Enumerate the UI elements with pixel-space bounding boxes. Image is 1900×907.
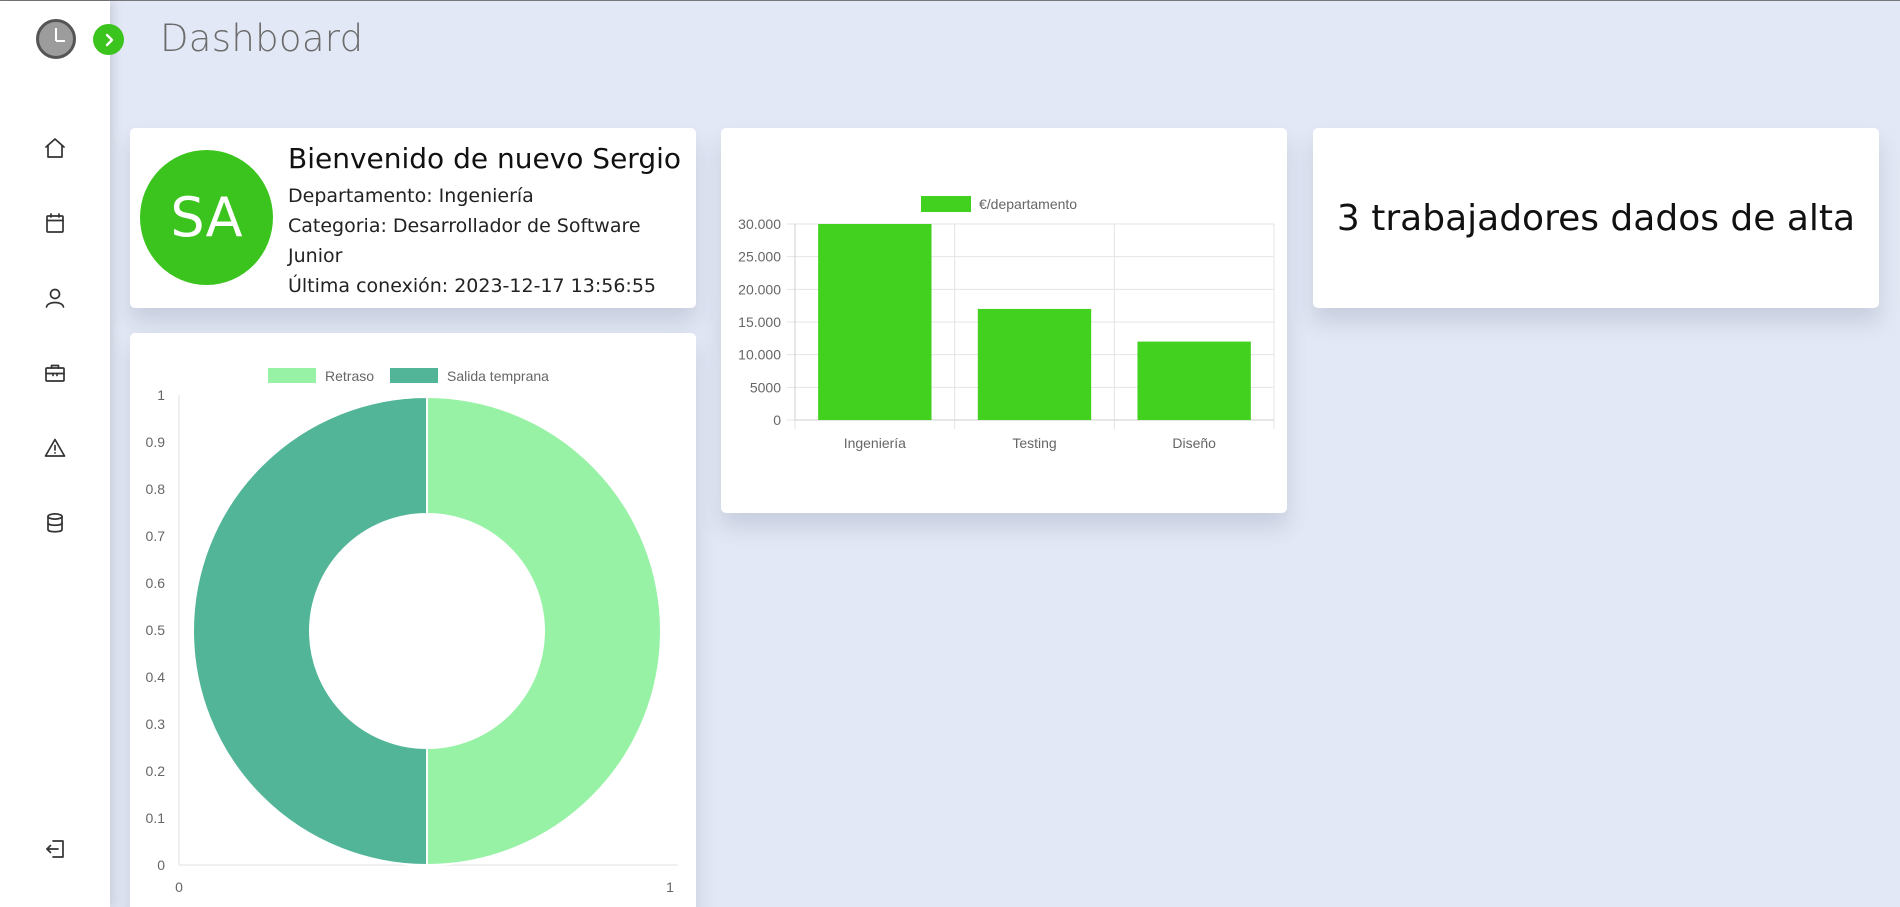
avatar: SA bbox=[140, 150, 273, 285]
donut-slice-salida-temprana bbox=[192, 395, 428, 867]
x-tick-label: Diseño bbox=[1172, 435, 1216, 451]
y-tick-label: 0 bbox=[773, 412, 781, 428]
sidebar bbox=[0, 1, 124, 907]
expand-sidebar-button[interactable] bbox=[93, 24, 124, 55]
x-tick-label: 1 bbox=[666, 879, 674, 895]
y-tick-label: 10.000 bbox=[738, 347, 781, 363]
x-tick-label: Ingeniería bbox=[844, 435, 906, 451]
bar-ingeniería bbox=[818, 224, 932, 420]
y-tick-label: 25.000 bbox=[738, 249, 781, 265]
sidebar-item-profile[interactable] bbox=[38, 281, 72, 315]
bar-testing bbox=[977, 308, 1092, 420]
last-login-text: Última conexión: 2023-12-17 13:56:55 bbox=[288, 275, 656, 297]
legend-swatch-salida-temprana bbox=[390, 368, 438, 383]
x-tick-label: 0 bbox=[175, 879, 183, 895]
y-tick-label: 0.9 bbox=[146, 434, 166, 450]
clock-logo-icon[interactable] bbox=[36, 19, 76, 59]
department-cost-bar-chart: €/departamento 0 5000 10.000 15.000 20.000 25.… bbox=[738, 196, 1275, 451]
y-tick-label: 20.000 bbox=[738, 281, 781, 297]
attendance-donut-chart-card: Retraso Salida temprana 0 0.1 0.2 0.3 0.4 0.5 0.… bbox=[130, 333, 696, 907]
logout-icon bbox=[46, 840, 64, 858]
logout-button[interactable] bbox=[38, 832, 72, 866]
department-cost-chart-card: €/departamento 0 5000 10.000 15.000 20.000 25.… bbox=[721, 128, 1287, 513]
workers-count-card: 3 trabajadores dados de alta bbox=[1313, 128, 1879, 308]
y-tick-label: 0 bbox=[157, 857, 165, 873]
y-tick-label: 15.000 bbox=[738, 314, 781, 330]
y-tick-label: 0.5 bbox=[146, 622, 166, 638]
legend-label-retraso: Retraso bbox=[325, 368, 374, 384]
y-tick-label: 30.000 bbox=[738, 216, 781, 232]
chevron-right-icon bbox=[105, 33, 113, 46]
y-tick-label: 0.4 bbox=[146, 669, 166, 685]
y-tick-label: 0.8 bbox=[146, 481, 166, 497]
briefcase-icon bbox=[45, 364, 65, 382]
page-title: Dashboard bbox=[160, 17, 364, 60]
donut-slice-retraso bbox=[426, 395, 662, 867]
welcome-card: SA Bienvenido de nuevo Sergio Departamen… bbox=[130, 128, 696, 308]
sidebar-item-calendar[interactable] bbox=[38, 206, 72, 240]
y-tick-label: 0.1 bbox=[146, 810, 166, 826]
legend-label-euro-departamento: €/departamento bbox=[979, 196, 1077, 212]
y-tick-label: 1 bbox=[157, 387, 165, 403]
sidebar-item-database[interactable] bbox=[38, 506, 72, 540]
home-icon bbox=[45, 138, 65, 158]
user-icon bbox=[45, 288, 65, 308]
warning-icon bbox=[44, 438, 66, 457]
y-tick-label: 5000 bbox=[750, 379, 781, 395]
sidebar-item-home[interactable] bbox=[38, 131, 72, 165]
welcome-title: Bienvenido de nuevo Sergio bbox=[288, 142, 682, 175]
y-tick-label: 0.3 bbox=[146, 716, 166, 732]
category-text: Categoria: Desarrollador de Software Jun… bbox=[288, 215, 641, 267]
attendance-donut-chart: Retraso Salida temprana 0 0.1 0.2 0.3 0.4 0.5 0.… bbox=[146, 368, 678, 895]
sidebar-item-incidents[interactable] bbox=[38, 431, 72, 465]
y-tick-label: 0.2 bbox=[146, 763, 166, 779]
workers-count-text: 3 trabajadores dados de alta bbox=[1336, 197, 1856, 239]
department-text: Departamento: Ingeniería bbox=[288, 185, 534, 207]
calendar-icon bbox=[46, 213, 64, 233]
legend-swatch-retraso bbox=[268, 368, 316, 383]
x-tick-label: Testing bbox=[1012, 435, 1056, 451]
bar-diseño bbox=[1137, 341, 1251, 420]
sidebar-item-jobs[interactable] bbox=[38, 356, 72, 390]
legend-label-salida-temprana: Salida temprana bbox=[447, 368, 549, 384]
y-tick-label: 0.7 bbox=[146, 528, 166, 544]
y-tick-label: 0.6 bbox=[146, 575, 166, 591]
legend-swatch-euro-departamento bbox=[921, 196, 971, 212]
database-icon bbox=[47, 513, 63, 533]
